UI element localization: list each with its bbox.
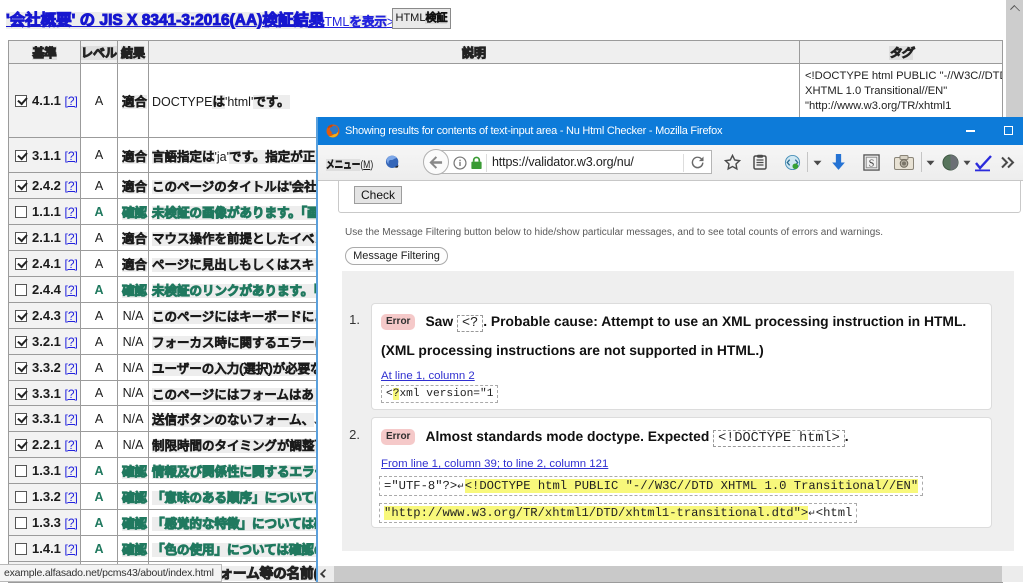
svg-text:S: S [869, 158, 875, 169]
